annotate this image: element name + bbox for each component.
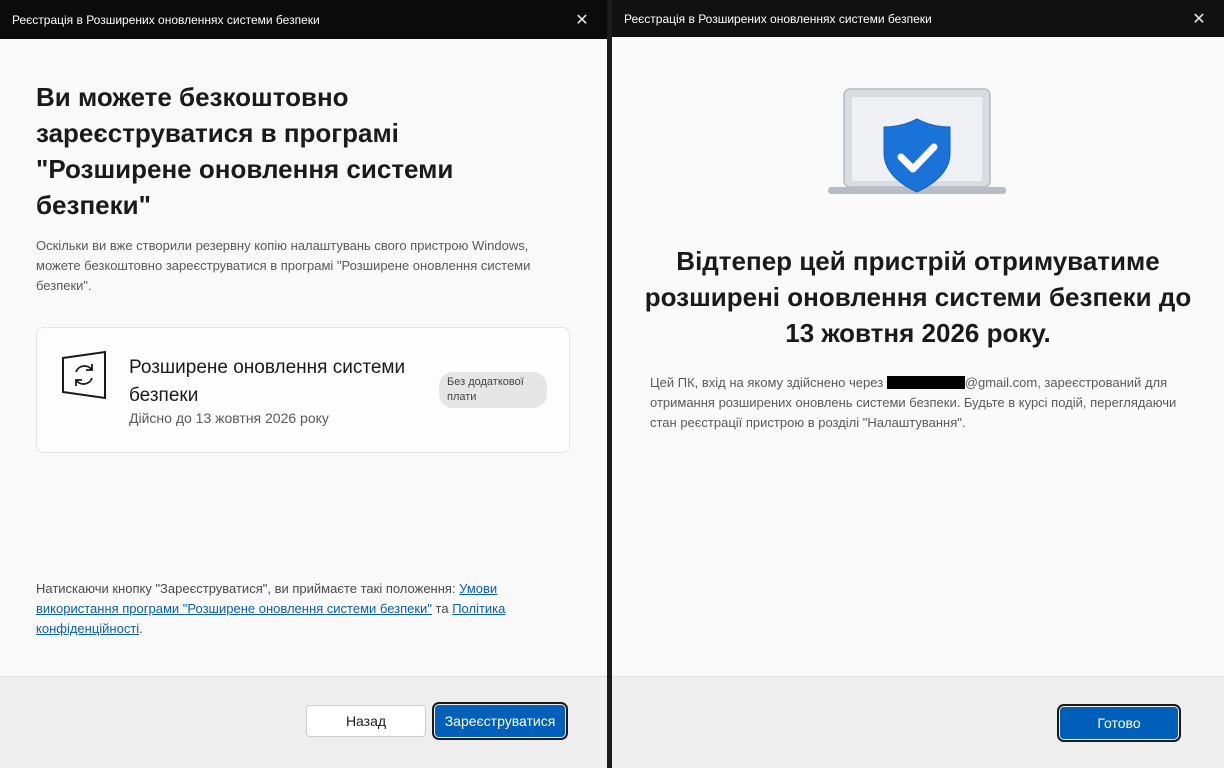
card-title: Розширене оновлення системи безпеки — [129, 357, 406, 406]
desc-prefix: Цей ПК, вхід на якому здійснено через — [650, 375, 887, 390]
page-title: Ви можете безкоштовно зареєструватися в … — [36, 82, 454, 220]
description-text: Оскільки ви вже створили резервну копію … — [36, 238, 531, 293]
done-button[interactable]: Готово — [1057, 704, 1181, 742]
success-heading: Відтепер цей пристрій отримуватиме розши… — [644, 246, 1192, 348]
email-domain: @gmail.com — [964, 375, 1038, 390]
dialog-footer: Назад Зареєструватися — [0, 676, 607, 768]
window-title: Реєстрація в Розширених оновленнях систе… — [12, 12, 320, 27]
window-title: Реєстрація в Розширених оновленнях систе… — [624, 11, 932, 26]
esu-program-card: Розширене оновлення системи безпеки Дійс… — [36, 327, 570, 453]
card-valid-until: Дійсно до 13 жовтня 2026 року — [129, 410, 329, 426]
dialog-footer: Готово — [612, 676, 1224, 768]
back-button[interactable]: Назад — [306, 705, 426, 737]
laptop-shield-check-icon — [828, 87, 1006, 215]
terms-prefix: Натискаючи кнопку "Зареєструватися", ви … — [36, 581, 460, 596]
enrollment-dialog: Реєстрація в Розширених оновленнях систе… — [0, 0, 607, 768]
title-bar: Реєстрація в Розширених оновленнях систе… — [0, 0, 607, 39]
close-icon[interactable]: ✕ — [571, 9, 593, 31]
no-cost-badge: Без додаткової плати — [439, 372, 547, 408]
dialog-content: Відтепер цей пристрій отримуватиме розши… — [612, 37, 1224, 676]
close-icon[interactable]: ✕ — [1188, 8, 1210, 30]
terms-suffix: . — [139, 621, 143, 636]
success-description: Цей ПК, вхід на якому здійснено через @g… — [650, 373, 1186, 433]
terms-text: Натискаючи кнопку "Зареєструватися", ви … — [36, 579, 576, 639]
enrollment-success-dialog: Реєстрація в Розширених оновленнях систе… — [612, 0, 1224, 768]
dialog-content: Ви можете безкоштовно зареєструватися в … — [0, 39, 607, 676]
terms-middle: та — [431, 601, 453, 616]
title-bar: Реєстрація в Розширених оновленнях систе… — [612, 0, 1224, 37]
redacted-email-block — [886, 376, 965, 389]
register-button[interactable]: Зареєструватися — [432, 702, 568, 740]
sync-window-icon — [59, 350, 109, 400]
